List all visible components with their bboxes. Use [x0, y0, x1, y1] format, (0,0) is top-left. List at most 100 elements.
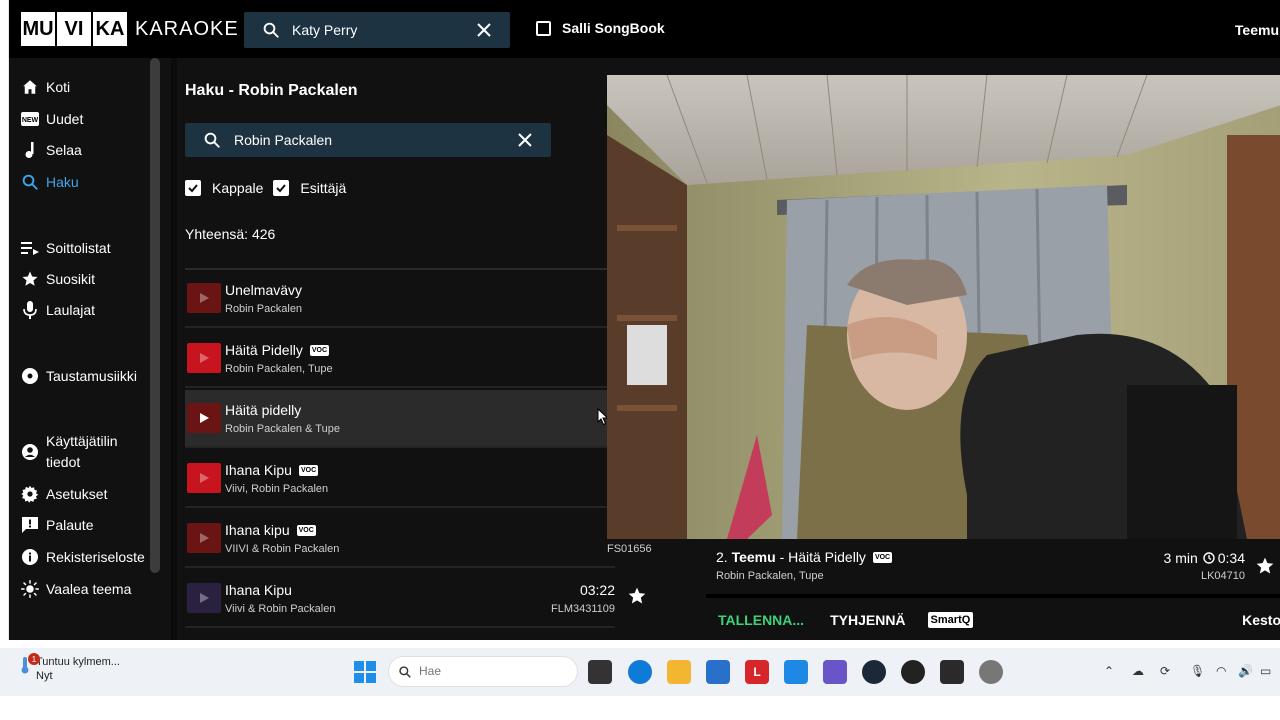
voc-badge: VOC — [298, 464, 319, 476]
filter-esittaja[interactable]: Esittäjä — [273, 180, 346, 196]
search-icon — [263, 22, 279, 38]
filter-label: Kappale — [212, 180, 264, 196]
sidebar-item-label: Selaa — [46, 142, 82, 158]
settings-icon[interactable] — [979, 660, 1003, 684]
duration-button[interactable]: Kesto — [1242, 612, 1280, 628]
feedback-icon — [20, 515, 40, 535]
user-name[interactable]: Teemu — [1235, 22, 1279, 38]
play-icon — [200, 293, 209, 303]
taskbar-search-input[interactable] — [419, 664, 559, 678]
sidebar-item-label: Soittolistat — [46, 240, 111, 256]
cloud-icon[interactable]: ☁ — [1132, 664, 1144, 678]
song-thumbnail — [187, 463, 221, 493]
divider — [706, 594, 1280, 598]
favorite-star-button[interactable] — [627, 586, 647, 611]
song-title: Ihana kipu VOC — [225, 522, 316, 538]
song-title-text: Häitä Pidelly — [225, 342, 303, 358]
sidebar-item-suosikit[interactable]: Suosikit — [20, 269, 95, 289]
list-item[interactable]: Unelmavävy Robin Packalen — [185, 270, 615, 328]
store-icon[interactable] — [706, 660, 730, 684]
weather-notification[interactable]: 1 Tuntuu kylmem... Nyt — [18, 653, 120, 683]
sync-icon[interactable]: ⟳ — [1160, 664, 1170, 678]
song-thumbnail — [187, 583, 221, 613]
search-icon — [204, 132, 220, 148]
checkbox-checked-icon — [273, 180, 290, 196]
sidebar-item-vaalea-teema[interactable]: Vaalea teema — [20, 579, 131, 599]
playlist-icon — [20, 238, 40, 258]
clear-queue-button[interactable]: TYHJENNÄ — [830, 612, 905, 628]
windows-taskbar: 1 Tuntuu kylmem... Nyt L ⌃ ☁ ⟳ 🎙 ◠ 🔊 ▭ — [0, 648, 1280, 696]
sidebar-item-rekisteriseloste[interactable]: Rekisteriseloste — [20, 547, 145, 567]
new-icon: NEW — [20, 109, 40, 129]
results-search-input[interactable] — [234, 128, 494, 152]
song-artist: Robin Packalen, Tupe — [225, 363, 333, 375]
wifi-icon[interactable]: ◠ — [1216, 664, 1226, 678]
logo-box-vi: VI — [57, 12, 91, 46]
sidebar-item-label: Uudet — [46, 111, 84, 127]
smartq-button[interactable]: SmartQ — [927, 612, 974, 628]
steam-icon[interactable] — [862, 660, 886, 684]
webcam-video — [607, 75, 1280, 539]
previous-song-code: FS01656 — [607, 543, 652, 555]
top-search-input[interactable] — [292, 18, 472, 42]
list-item[interactable]: Häitä Pidelly VOC Robin Packalen, Tupe — [185, 330, 615, 388]
results-total: Yhteensä: 426 — [185, 226, 276, 242]
search-icon — [20, 172, 40, 192]
sidebar-item-soittolistat[interactable]: Soittolistat — [20, 238, 111, 258]
queue-singer: Teemu — [731, 549, 776, 565]
clear-search-icon[interactable] — [517, 132, 533, 148]
clock-icon — [1203, 552, 1215, 564]
mail-icon[interactable] — [784, 660, 808, 684]
windows-start-icon[interactable] — [354, 661, 376, 683]
sidebar-item-koti[interactable]: Koti — [20, 77, 70, 97]
notification-badge: 1 — [28, 653, 40, 665]
play-icon — [200, 353, 209, 363]
list-item[interactable]: Ihana Kipu VOC Viivi, Robin Packalen — [185, 450, 615, 508]
battery-icon[interactable]: ▭ — [1260, 664, 1271, 678]
sidebar-scrollbar[interactable] — [150, 58, 160, 573]
microphone-icon[interactable]: 🎙 — [1190, 664, 1205, 678]
star-icon[interactable] — [1255, 556, 1275, 576]
queue-item-title[interactable]: 2. Teemu - Häitä Pidelly VOC — [716, 549, 893, 565]
song-artist: VIIVI & Robin Packalen — [225, 543, 340, 555]
top-bar: MU VI KA KARAOKE Salli SongBook Teemu — [9, 0, 1280, 58]
list-item[interactable]: Häitä pidelly Robin Packalen & Tupe — [185, 390, 615, 448]
sidebar-item-selaa[interactable]: Selaa — [20, 140, 82, 160]
filter-kappale[interactable]: Kappale — [185, 180, 263, 196]
taskbar-search[interactable] — [388, 656, 578, 687]
xbox-icon[interactable] — [901, 660, 925, 684]
notification-time: Nyt — [36, 670, 53, 682]
sidebar-item-uudet[interactable]: NEW Uudet — [20, 109, 83, 129]
song-code: FLM3431109 — [550, 603, 615, 615]
sidebar-item-kayttajatilin-tiedot[interactable]: Käyttäjätilin tiedot — [20, 431, 136, 473]
sidebar-item-asetukset[interactable]: Asetukset — [20, 484, 107, 504]
epic-games-icon[interactable] — [940, 660, 964, 684]
task-view-icon[interactable] — [588, 660, 612, 684]
clear-search-icon[interactable] — [476, 22, 492, 38]
sidebar-item-taustamusiikki[interactable]: Taustamusiikki — [20, 366, 137, 386]
sidebar-item-label: Käyttäjätilin tiedot — [46, 433, 118, 470]
teams-icon[interactable] — [823, 660, 847, 684]
page-title: Haku - Robin Packalen — [185, 82, 358, 99]
song-title-text: Unelmavävy — [225, 282, 303, 298]
list-item[interactable]: Ihana kipu VOC VIIVI & Robin Packalen — [185, 510, 615, 568]
sidebar-item-label: Vaalea teema — [46, 581, 132, 597]
songbook-checkbox[interactable]: Salli SongBook — [536, 20, 665, 36]
filter-label: Esittäjä — [300, 180, 347, 196]
sidebar-item-palaute[interactable]: Palaute — [20, 515, 93, 535]
edge-browser-icon[interactable] — [628, 660, 652, 684]
sidebar-item-haku[interactable]: Haku — [20, 172, 79, 192]
song-thumbnail — [187, 343, 221, 373]
l-app-icon[interactable]: L — [745, 660, 769, 684]
sidebar-item-laulajat[interactable]: Laulajat — [20, 300, 95, 320]
app-logo[interactable]: MU VI KA KARAOKE — [21, 12, 239, 46]
song-title: Häitä Pidelly VOC — [225, 342, 329, 358]
file-explorer-icon[interactable] — [667, 660, 691, 684]
song-title-text: Häitä pidelly — [225, 402, 302, 418]
save-queue-button[interactable]: TALLENNA... — [718, 612, 804, 628]
list-item[interactable]: Ihana Kipu Viivi & Robin Packalen 03:22 FLM… — [185, 570, 615, 628]
sidebar-item-label: Palaute — [46, 517, 94, 533]
home-icon — [20, 77, 40, 97]
chevron-up-icon[interactable]: ⌃ — [1104, 664, 1114, 678]
volume-icon[interactable]: 🔊 — [1238, 664, 1253, 678]
